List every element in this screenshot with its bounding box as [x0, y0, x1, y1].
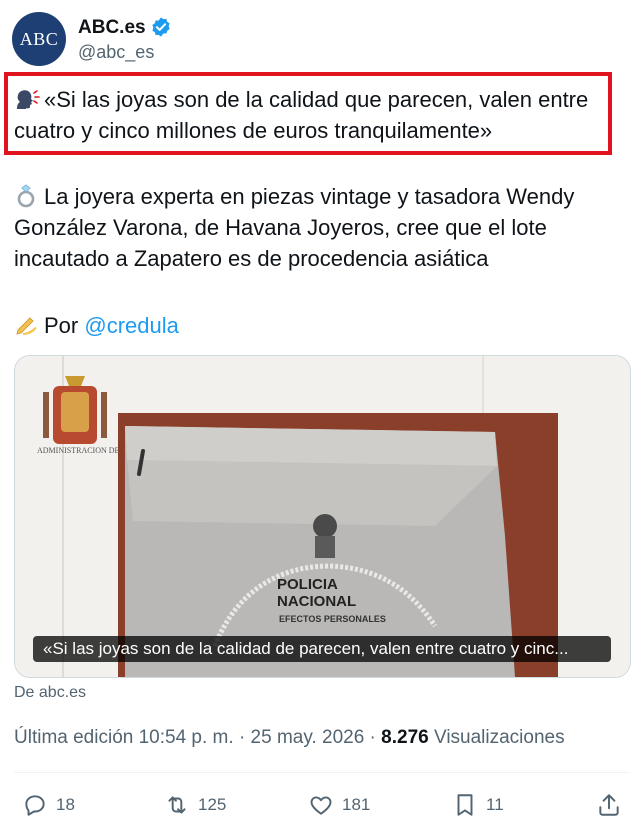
- repost-button[interactable]: 125: [164, 792, 226, 818]
- writing-hand-icon: [14, 313, 40, 337]
- bag-label-efectos: EFECTOS PERSONALES: [279, 614, 386, 624]
- bag-label-nacional: NACIONAL: [277, 593, 356, 610]
- ring-icon: [14, 184, 40, 208]
- repost-count: 125: [198, 795, 227, 814]
- reply-icon: [25, 795, 45, 816]
- card-image: ADMINISTRACION DE JUSTICIA POLICIA NACIO…: [15, 356, 630, 677]
- tweet-quote-text: «Si las joyas son de la calidad que pare…: [14, 87, 589, 143]
- author-name[interactable]: ABC.es: [78, 17, 146, 39]
- tweet-body: La joyera experta en piezas vintage y ta…: [14, 181, 614, 274]
- mention-link[interactable]: @credula: [84, 313, 179, 338]
- card-source[interactable]: De abc.es: [14, 684, 86, 702]
- reply-count: 18: [56, 795, 75, 814]
- share-icon: [599, 794, 619, 816]
- reply-button[interactable]: 18: [22, 792, 75, 818]
- views-label: Visualizaciones: [433, 727, 565, 748]
- byline-prefix: Por: [44, 313, 79, 338]
- tweet-body-text: La joyera experta en piezas vintage y ta…: [14, 184, 575, 271]
- byline: Por @credula: [14, 310, 179, 341]
- speaking-head-icon: [14, 87, 40, 111]
- divider: [14, 772, 629, 773]
- avatar[interactable]: ABC: [12, 12, 66, 66]
- repost-icon: [168, 796, 186, 814]
- verified-badge-icon: [150, 16, 172, 43]
- link-card[interactable]: ADMINISTRACION DE JUSTICIA POLICIA NACIO…: [14, 355, 631, 678]
- bookmark-button[interactable]: 11: [452, 792, 504, 818]
- heart-icon: [310, 796, 332, 815]
- tweet-quote: «Si las joyas son de la calidad que pare…: [14, 84, 614, 146]
- bookmark-count: 11: [486, 795, 504, 814]
- author-handle[interactable]: @abc_es: [78, 42, 154, 63]
- share-button[interactable]: [596, 792, 622, 818]
- like-count: 181: [342, 795, 371, 814]
- like-button[interactable]: 181: [308, 792, 370, 818]
- police-badge-icon: [313, 514, 337, 558]
- views-count: 8.276: [381, 727, 429, 748]
- bookmark-icon: [457, 794, 473, 816]
- edited-timestamp[interactable]: Última edición 10:54 p. m. · 25 may. 202…: [14, 727, 376, 748]
- bag-label-policia: POLICIA: [277, 576, 338, 593]
- card-caption: «Si las joyas son de la calidad de parec…: [33, 636, 611, 662]
- tweet-meta: Última edición 10:54 p. m. · 25 may. 202…: [14, 727, 565, 749]
